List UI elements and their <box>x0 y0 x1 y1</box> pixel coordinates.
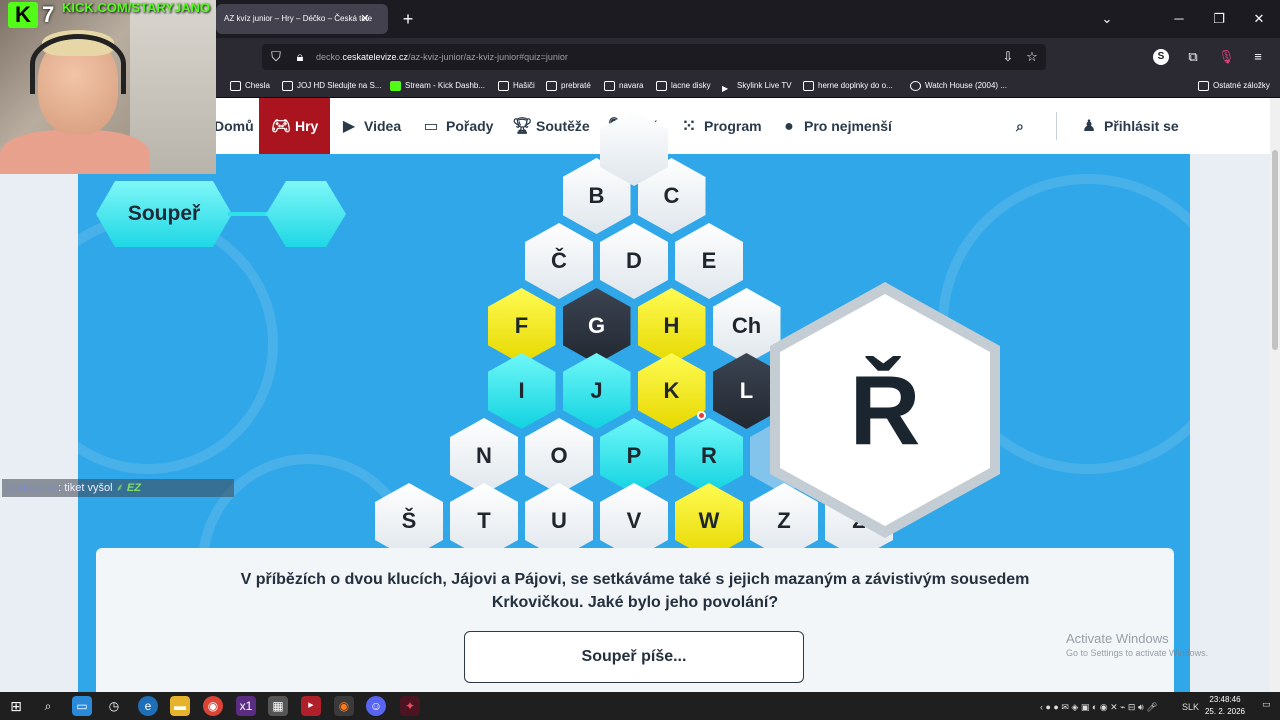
nav-games[interactable]: 🎮︎ Hry <box>259 98 331 154</box>
answer-status-button: Soupeř píše... <box>464 631 804 683</box>
kick-number: 7 <box>42 2 55 27</box>
new-tab-icon[interactable]: + <box>398 9 418 29</box>
menu-icon[interactable]: ≡ <box>1250 49 1266 65</box>
opponent-connector <box>228 212 272 216</box>
chat-text: : tiket vyšol <box>58 482 113 494</box>
clock-app-icon[interactable]: ◷ <box>104 696 124 716</box>
lock-icon[interactable]: 🔒︎ <box>292 49 308 65</box>
tv-icon: ▭ <box>423 118 439 135</box>
tab-title: AZ kvíz junior – Hry – Déčko – Česká tel… <box>224 14 373 23</box>
nav-kids[interactable]: ● Pro nejmenší <box>780 98 892 154</box>
minimize-icon[interactable]: ─ <box>1168 8 1190 30</box>
close-window-icon[interactable]: ✕ <box>1248 8 1270 30</box>
firefox-icon[interactable]: ◉ <box>334 696 354 716</box>
edge-icon[interactable]: e <box>138 696 158 716</box>
language-indicator[interactable]: SLK <box>1182 701 1199 713</box>
scrollbar-thumb[interactable] <box>1272 150 1278 350</box>
opponent-badge: Soupeř <box>96 181 232 247</box>
play-icon: ▶ <box>342 118 356 135</box>
chat-user: @nkoshka <box>6 482 59 494</box>
bookmark-item[interactable]: navara <box>604 78 643 94</box>
extensions-icon[interactable]: ⧉ <box>1185 49 1201 65</box>
video-app-icon[interactable]: ▶ <box>301 696 321 716</box>
url-text[interactable]: decko.ceskatelevize.cz/az-kviz-junior/az… <box>316 50 568 64</box>
nav-home[interactable]: Domů <box>214 98 254 154</box>
windows-start-icon[interactable]: ⊞ <box>6 696 26 716</box>
streaming-app-icon[interactable]: ✦ <box>400 696 420 716</box>
folder-icon[interactable]: ▬ <box>170 696 190 716</box>
star-icon[interactable]: ☆ <box>1024 49 1040 65</box>
bookmark-item[interactable]: Hašiči <box>498 78 535 94</box>
shield-icon[interactable]: ⛉ <box>268 49 284 65</box>
user-icon: ♟ <box>1081 118 1097 135</box>
search-icon[interactable]: ⌕ <box>1016 98 1036 154</box>
grid-icon: ⁙ <box>682 118 696 135</box>
nav-videos[interactable]: ▶ Videa <box>340 98 401 154</box>
other-bookmarks[interactable]: Ostatné záložky <box>1198 78 1270 94</box>
nav-shows[interactable]: ▭ Pořady <box>422 98 493 154</box>
bookmark-item[interactable]: ▶ Skylink Live TV <box>722 78 792 94</box>
leaf-icon: ⸙ <box>115 482 124 494</box>
background-decoration <box>78 214 278 474</box>
app-x1-icon[interactable]: x1 <box>236 696 256 716</box>
nav-contests[interactable]: 🏆︎ Soutěže <box>512 98 590 154</box>
bookmark-item[interactable]: Stream - Kick Dashb... <box>390 78 485 94</box>
bookmark-item[interactable]: lacne disky <box>656 78 711 94</box>
chevron-down-icon[interactable]: ⌄ <box>1096 8 1118 30</box>
trophy-icon: 🏆︎ <box>512 118 533 135</box>
app-icon[interactable]: ▦ <box>268 696 288 716</box>
header-divider <box>1056 112 1057 140</box>
download-icon[interactable]: ⇩ <box>1000 49 1016 65</box>
bookmark-item[interactable]: Chesla <box>230 78 270 94</box>
bear-icon: ● <box>784 118 794 135</box>
headset-icon <box>30 34 126 94</box>
chat-message: @nkoshka: tiket vyšol ⸙ EZ <box>2 479 234 497</box>
chat-emote: EZ <box>126 482 141 494</box>
bookmark-item[interactable]: herne doplnky do o... <box>803 78 893 94</box>
discord-icon[interactable]: ☺ <box>366 696 386 716</box>
activate-windows-subtitle: Go to Settings to activate Windows. <box>1066 648 1209 658</box>
taskview-icon[interactable]: ▭ <box>72 696 92 716</box>
nav-program[interactable]: ⁙ Program <box>680 98 761 154</box>
microphone-icon[interactable]: 🎙︎ <box>1218 49 1235 65</box>
tray-icons[interactable]: ‹ ● ● ✉ ◈ ▣ ◐ ◉ ✕ <box>1040 701 1118 713</box>
restore-icon[interactable]: ❐ <box>1208 8 1230 30</box>
kick-url: KICK.COM/STARYJANO <box>62 0 211 15</box>
login-button[interactable]: ♟ Přihlásit se <box>1080 98 1179 154</box>
account-icon[interactable]: S <box>1153 49 1169 65</box>
webcam-person-body <box>0 130 150 174</box>
taskbar-clock[interactable]: 23:48:46 25. 2. 2026 <box>1202 694 1248 718</box>
chrome-icon[interactable]: ◉ <box>203 696 223 716</box>
bookmark-item[interactable]: Watch House (2004) ... <box>910 78 1007 94</box>
gamepad-icon: 🎮︎ <box>271 118 292 135</box>
bookmark-item[interactable]: JOJ HD Sledujte na S... <box>282 78 381 94</box>
bookmark-item[interactable]: prebraté <box>546 78 591 94</box>
activate-windows-title: Activate Windows <box>1066 631 1169 646</box>
kick-logo: K <box>8 2 38 28</box>
notifications-icon[interactable]: ▭ <box>1262 698 1271 710</box>
cursor-icon <box>697 411 706 420</box>
search-icon[interactable]: ⌕ <box>38 696 58 716</box>
close-tab-icon[interactable]: ✕ <box>358 12 372 26</box>
question-text: V příbězích o dvou klucích, Jájovi a Páj… <box>240 571 1030 611</box>
tray-system-icons[interactable]: ⌁ ⊟ 🔊︎ 🎤︎ <box>1120 701 1158 713</box>
